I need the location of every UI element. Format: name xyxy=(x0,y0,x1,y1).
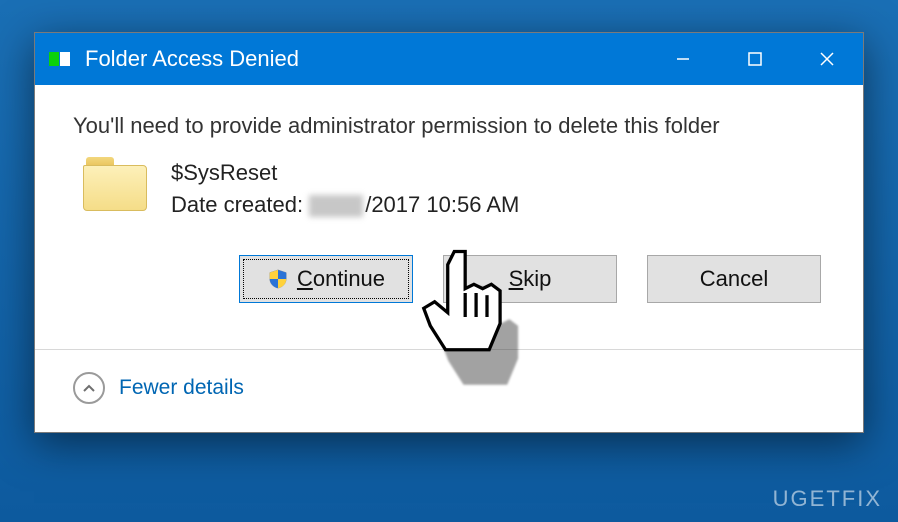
uac-shield-icon xyxy=(267,268,289,290)
folder-info-row: $SysReset Date created: /2017 10:56 AM xyxy=(83,157,825,221)
redacted-date xyxy=(309,195,363,217)
folder-name: $SysReset xyxy=(171,157,519,189)
titlebar[interactable]: Folder Access Denied xyxy=(35,33,863,85)
window-title: Folder Access Denied xyxy=(85,46,647,72)
chevron-up-icon xyxy=(73,372,105,404)
button-row: Continue Skip Cancel xyxy=(73,255,821,303)
folder-access-denied-dialog: Folder Access Denied You'll need to prov… xyxy=(34,32,864,433)
app-icon xyxy=(49,52,73,66)
close-button[interactable] xyxy=(791,33,863,85)
cancel-button[interactable]: Cancel xyxy=(647,255,821,303)
dialog-content: You'll need to provide administrator per… xyxy=(35,85,863,331)
window-controls xyxy=(647,33,863,85)
watermark: UGETFIX xyxy=(773,486,882,512)
maximize-button[interactable] xyxy=(719,33,791,85)
folder-icon xyxy=(83,157,147,211)
folder-details: $SysReset Date created: /2017 10:56 AM xyxy=(171,157,519,221)
folder-date: Date created: /2017 10:56 AM xyxy=(171,189,519,221)
skip-button[interactable]: Skip xyxy=(443,255,617,303)
minimize-button[interactable] xyxy=(647,33,719,85)
fewer-details-toggle[interactable]: Fewer details xyxy=(35,350,863,432)
continue-button[interactable]: Continue xyxy=(239,255,413,303)
permission-message: You'll need to provide administrator per… xyxy=(73,113,825,139)
